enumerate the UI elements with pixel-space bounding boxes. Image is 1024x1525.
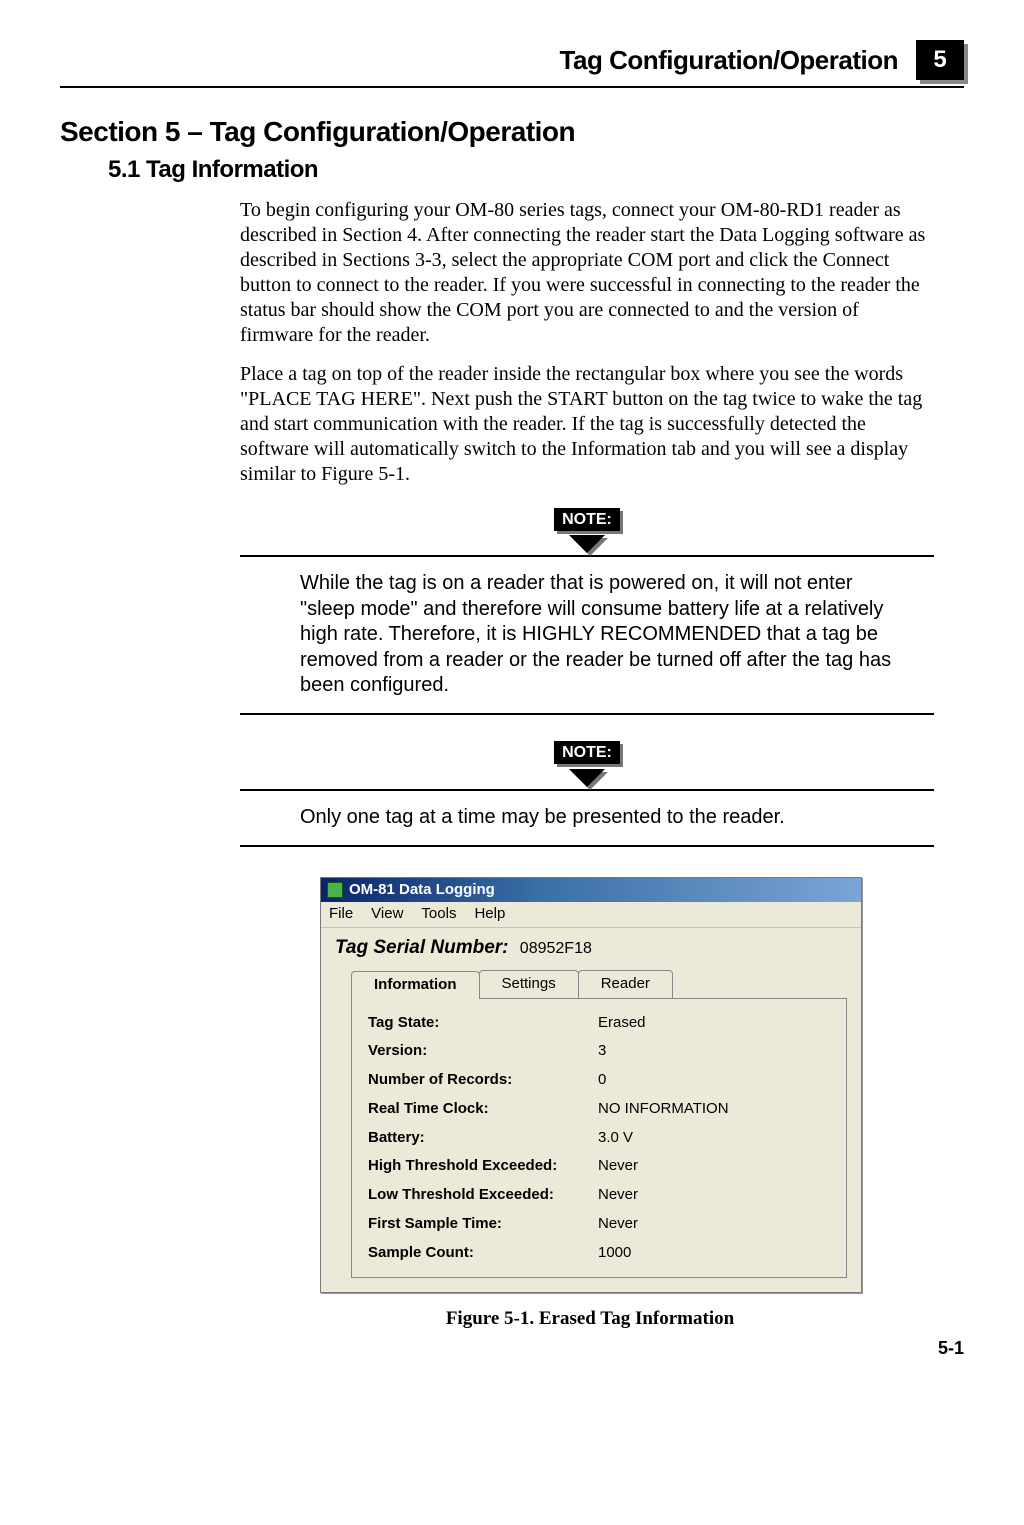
- info-label: High Threshold Exceeded:: [368, 1157, 598, 1176]
- table-row: High Threshold Exceeded:Never: [368, 1152, 830, 1181]
- table-row: Tag State:Erased: [368, 1009, 830, 1038]
- serial-label: Tag Serial Number:: [335, 937, 509, 958]
- menubar: File View Tools Help: [321, 902, 861, 928]
- info-label: Low Threshold Exceeded:: [368, 1186, 598, 1205]
- info-value: Never: [598, 1186, 830, 1205]
- note-block: NOTE: Only one tag at a time may be pres…: [240, 735, 934, 847]
- table-row: Version:3: [368, 1037, 830, 1066]
- figure-caption: Figure 5-1. Erased Tag Information: [320, 1307, 860, 1331]
- info-label: Version:: [368, 1042, 598, 1061]
- menu-help[interactable]: Help: [474, 905, 505, 924]
- titlebar: OM-81 Data Logging: [321, 878, 861, 903]
- info-value: Erased: [598, 1014, 830, 1033]
- note-label: NOTE:: [554, 508, 620, 531]
- app-title: OM-81 Data Logging: [349, 881, 495, 900]
- info-value: 3.0 V: [598, 1129, 830, 1148]
- info-value: 3: [598, 1042, 830, 1061]
- table-row: Sample Count:1000: [368, 1239, 830, 1268]
- paragraph: Place a tag on top of the reader inside …: [240, 362, 934, 487]
- tab-information[interactable]: Information: [351, 971, 480, 999]
- table-row: Number of Records:0: [368, 1066, 830, 1095]
- table-row: First Sample Time:Never: [368, 1210, 830, 1239]
- info-label: Battery:: [368, 1129, 598, 1148]
- info-label: Number of Records:: [368, 1071, 598, 1090]
- note-text: While the tag is on a reader that is pow…: [240, 557, 934, 713]
- table-row: Real Time Clock:NO INFORMATION: [368, 1095, 830, 1124]
- note-label: NOTE:: [554, 741, 620, 764]
- info-value: 1000: [598, 1244, 830, 1263]
- tab-row: Information Settings Reader: [351, 970, 847, 998]
- table-row: Low Threshold Exceeded:Never: [368, 1181, 830, 1210]
- info-label: Real Time Clock:: [368, 1100, 598, 1119]
- serial-value: 08952F18: [520, 940, 592, 957]
- info-value: 0: [598, 1071, 830, 1090]
- info-label: Sample Count:: [368, 1244, 598, 1263]
- menu-tools[interactable]: Tools: [421, 905, 456, 924]
- paragraph: To begin configuring your OM-80 series t…: [240, 198, 934, 348]
- tab-panel-information: Tag State:Erased Version:3 Number of Rec…: [351, 998, 847, 1279]
- info-value: NO INFORMATION: [598, 1100, 830, 1119]
- serial-row: Tag Serial Number: 08952F18: [321, 928, 861, 964]
- note-pointer-icon: [569, 769, 605, 787]
- page-header: Tag Configuration/Operation 5: [60, 40, 964, 88]
- note-block: NOTE: While the tag is on a reader that …: [240, 501, 934, 715]
- menu-view[interactable]: View: [371, 905, 403, 924]
- divider: [240, 713, 934, 715]
- info-label: Tag State:: [368, 1014, 598, 1033]
- divider: [240, 845, 934, 847]
- info-value: Never: [598, 1157, 830, 1176]
- header-title: Tag Configuration/Operation: [560, 45, 898, 76]
- chapter-tab: 5: [916, 40, 964, 80]
- body-text: To begin configuring your OM-80 series t…: [240, 198, 934, 1331]
- note-text: Only one tag at a time may be presented …: [240, 791, 934, 845]
- tab-settings[interactable]: Settings: [479, 970, 579, 998]
- app-icon: [327, 882, 343, 898]
- menu-file[interactable]: File: [329, 905, 353, 924]
- app-window: OM-81 Data Logging File View Tools Help …: [320, 877, 862, 1294]
- page-number: 5-1: [938, 1338, 964, 1359]
- note-pointer-icon: [569, 535, 605, 553]
- subsection-title: 5.1 Tag Information: [108, 156, 964, 184]
- tab-reader[interactable]: Reader: [578, 970, 673, 998]
- info-label: First Sample Time:: [368, 1215, 598, 1234]
- section-title: Section 5 – Tag Configuration/Operation: [60, 116, 964, 148]
- table-row: Battery:3.0 V: [368, 1124, 830, 1153]
- info-value: Never: [598, 1215, 830, 1234]
